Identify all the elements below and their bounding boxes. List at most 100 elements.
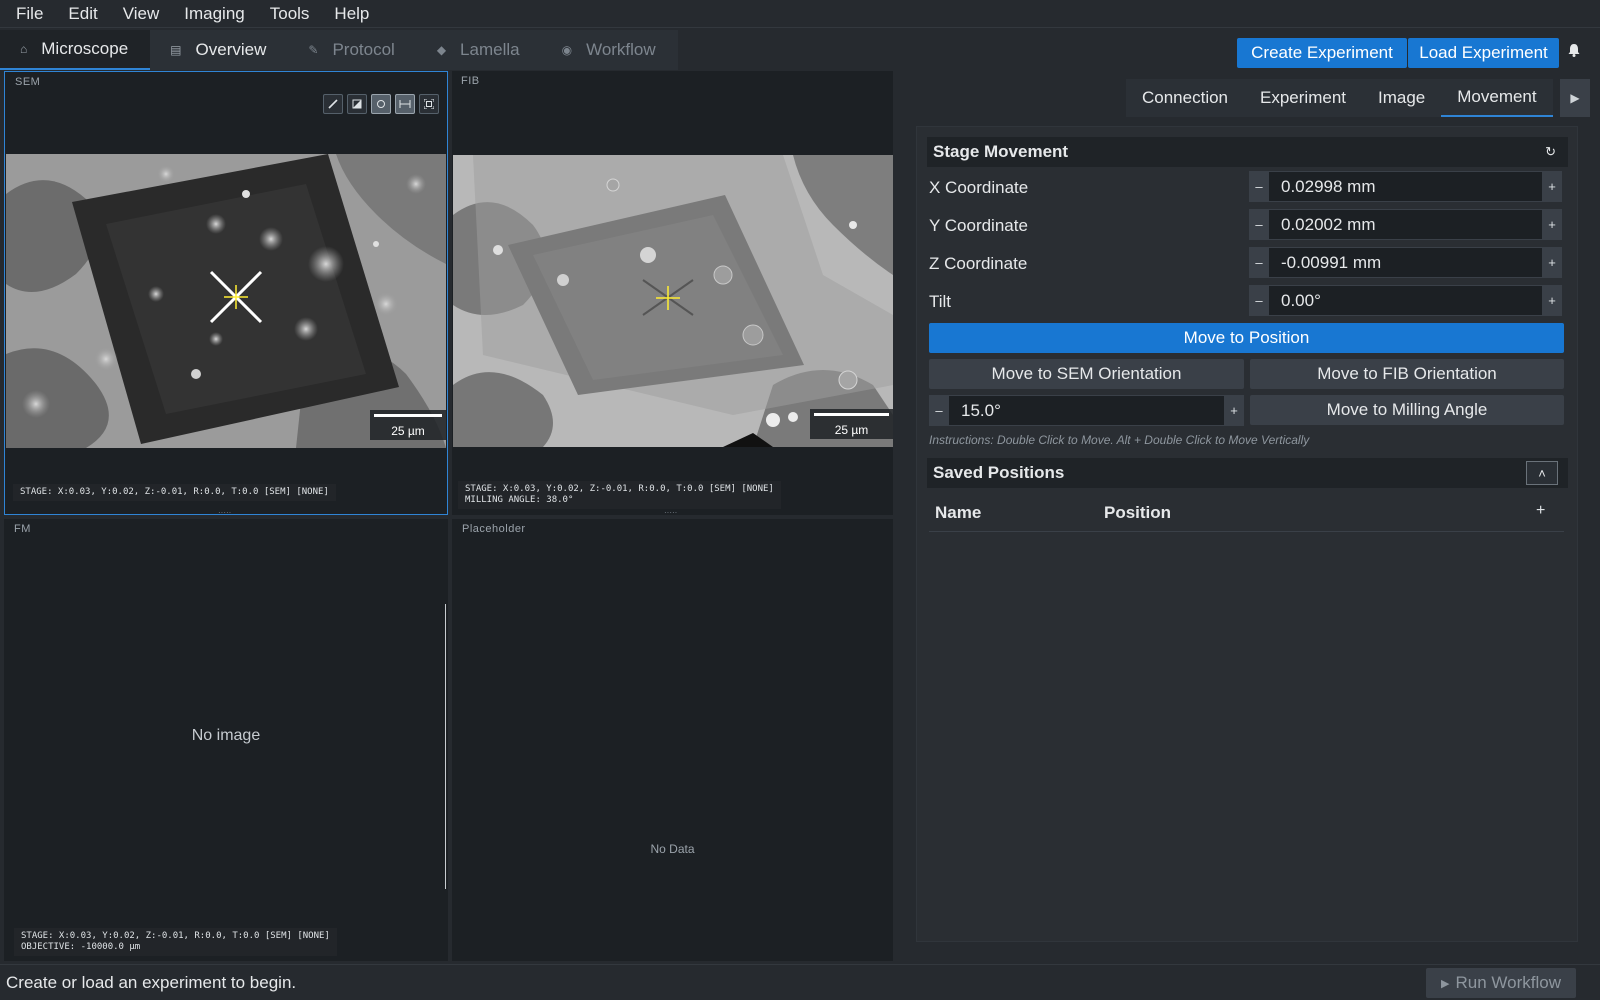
tab-label: Lamella <box>460 40 520 59</box>
collapse-icon[interactable]: ˄ <box>1526 461 1558 485</box>
run-workflow-button[interactable]: ▶ Run Workflow <box>1426 968 1576 998</box>
increment-button[interactable]: + <box>1542 285 1562 316</box>
tab-experiment[interactable]: Experiment <box>1244 79 1362 117</box>
sem-image[interactable]: 25 µm <box>6 154 446 448</box>
table-header-divider <box>929 531 1564 532</box>
move-to-milling-angle-button[interactable]: Move to Milling Angle <box>1250 395 1564 425</box>
edit-icon: ✎ <box>308 43 319 57</box>
increment-button[interactable]: + <box>1224 395 1244 426</box>
contrast-icon[interactable] <box>347 94 367 114</box>
menu-edit[interactable]: Edit <box>68 4 97 24</box>
fm-divider <box>445 604 446 889</box>
tab-workflow[interactable]: ◉ Workflow <box>541 30 678 70</box>
panel-splitter[interactable] <box>893 71 897 961</box>
tab-label: Overview <box>195 40 267 59</box>
main-tab-bar: ⌂ Microscope ▤ Overview ✎ Protocol ◆ Lam… <box>0 30 678 70</box>
x-coordinate-label: X Coordinate <box>929 178 1029 197</box>
move-to-position-button[interactable]: Move to Position <box>929 323 1564 353</box>
z-coordinate-stepper[interactable]: – -0.00991 mm + <box>1249 247 1562 278</box>
decrement-button[interactable]: – <box>1249 247 1269 278</box>
decrement-button[interactable]: – <box>1249 209 1269 240</box>
tab-movement[interactable]: Movement <box>1441 79 1553 117</box>
increment-button[interactable]: + <box>1542 209 1562 240</box>
fit-view-icon[interactable] <box>419 94 439 114</box>
y-coordinate-stepper[interactable]: – 0.02002 mm + <box>1249 209 1562 240</box>
decrement-button[interactable]: – <box>929 395 949 426</box>
fib-viewer[interactable]: FIB 25 µm STAGE: X:0.03, Y:0.02, Z:-0.01… <box>451 71 893 515</box>
sem-stage-info: STAGE: X:0.03, Y:0.02, Z:-0.01, R:0.0, T… <box>13 484 336 501</box>
refresh-icon[interactable]: ↻ <box>1545 144 1556 160</box>
z-coordinate-label: Z Coordinate <box>929 254 1028 273</box>
movement-instructions: Instructions: Double Click to Move. Alt … <box>929 433 1310 447</box>
sem-scale-label: 25 µm <box>391 424 425 438</box>
menu-file[interactable]: File <box>16 4 43 24</box>
y-coordinate-field[interactable]: 0.02002 mm <box>1269 209 1542 240</box>
tilt-field[interactable]: 0.00° <box>1269 285 1542 316</box>
tab-label: Workflow <box>586 40 656 59</box>
resize-grip-icon[interactable]: ····· <box>664 508 677 517</box>
tab-microscope[interactable]: ⌂ Microscope <box>0 30 151 70</box>
milling-angle-stepper[interactable]: – 15.0° + <box>929 395 1244 426</box>
x-coordinate-stepper[interactable]: – 0.02998 mm + <box>1249 171 1562 202</box>
bell-icon[interactable] <box>1568 43 1580 61</box>
tab-label: Protocol <box>332 40 395 59</box>
status-message: Create or load an experiment to begin. <box>6 973 297 992</box>
placeholder-viewer: Placeholder No Data <box>452 519 893 961</box>
resize-grip-icon[interactable]: ····· <box>218 508 231 517</box>
menu-help[interactable]: Help <box>334 4 369 24</box>
move-to-sem-orientation-button[interactable]: Move to SEM Orientation <box>929 359 1244 389</box>
column-header-name[interactable]: Name <box>935 503 981 523</box>
fib-stage-info: STAGE: X:0.03, Y:0.02, Z:-0.01, R:0.0, T… <box>458 481 781 509</box>
tab-protocol[interactable]: ✎ Protocol <box>288 30 417 70</box>
ruler-icon[interactable] <box>395 94 415 114</box>
pen-icon[interactable] <box>323 94 343 114</box>
menu-view[interactable]: View <box>123 4 160 24</box>
play-circle-icon: ◉ <box>561 43 573 57</box>
fm-empty-text: No image <box>191 727 261 744</box>
milling-angle-field[interactable]: 15.0° <box>949 395 1224 426</box>
fm-viewer[interactable]: FM No image STAGE: X:0.03, Y:0.02, Z:-0.… <box>4 519 448 961</box>
load-experiment-button[interactable]: Load Experiment <box>1408 38 1559 68</box>
play-icon: ▶ <box>1441 977 1450 990</box>
tab-label: Microscope <box>41 39 129 58</box>
placeholder-empty-text: No Data <box>650 842 695 856</box>
increment-button[interactable]: + <box>1542 247 1562 278</box>
sem-label: SEM <box>15 76 41 88</box>
x-coordinate-field[interactable]: 0.02998 mm <box>1269 171 1542 202</box>
decrement-button[interactable]: – <box>1249 171 1269 202</box>
microscope-icon: ⌂ <box>20 42 28 56</box>
layers-icon: ◆ <box>436 43 447 57</box>
run-workflow-label: Run Workflow <box>1455 973 1561 992</box>
map-icon: ▤ <box>170 43 182 57</box>
stage-movement-title: Stage Movement <box>933 142 1069 161</box>
create-experiment-button[interactable]: Create Experiment <box>1237 38 1407 68</box>
saved-positions-title: Saved Positions <box>933 463 1065 482</box>
increment-button[interactable]: + <box>1542 171 1562 202</box>
column-header-position[interactable]: Position <box>1104 503 1171 523</box>
tilt-label: Tilt <box>929 292 952 311</box>
fib-label: FIB <box>461 75 480 87</box>
sem-scale-bar: 25 µm <box>370 410 446 440</box>
y-coordinate-label: Y Coordinate <box>929 216 1028 235</box>
fib-scale-bar: 25 µm <box>810 409 893 439</box>
sem-viewer[interactable]: SEM 25 µm STAGE: X:0.03, Y:0.02, Z:-0.01… <box>4 71 448 515</box>
z-coordinate-field[interactable]: -0.00991 mm <box>1269 247 1542 278</box>
menu-imaging[interactable]: Imaging <box>184 4 244 24</box>
fib-image[interactable]: 25 µm <box>453 155 893 447</box>
decrement-button[interactable]: – <box>1249 285 1269 316</box>
tab-image[interactable]: Image <box>1362 79 1441 117</box>
tab-lamella[interactable]: ◆ Lamella <box>416 30 542 70</box>
move-to-fib-orientation-button[interactable]: Move to FIB Orientation <box>1250 359 1564 389</box>
menu-bar: File Edit View Imaging Tools Help <box>0 0 1600 28</box>
target-icon[interactable] <box>371 94 391 114</box>
tilt-stepper[interactable]: – 0.00° + <box>1249 285 1562 316</box>
tab-overview[interactable]: ▤ Overview <box>150 30 289 70</box>
tab-scroll-right-icon[interactable]: ▶ <box>1560 79 1590 117</box>
add-position-icon[interactable]: + <box>1536 502 1545 520</box>
fm-stage-info: STAGE: X:0.03, Y:0.02, Z:-0.01, R:0.0, T… <box>14 928 337 956</box>
stage-movement-header: Stage Movement ↻ <box>927 137 1568 167</box>
saved-positions-header: Saved Positions ˄ <box>927 458 1568 488</box>
settings-tab-bar: Connection Experiment Image Movement <box>1126 79 1553 117</box>
menu-tools[interactable]: Tools <box>270 4 310 24</box>
tab-connection[interactable]: Connection <box>1126 79 1244 117</box>
